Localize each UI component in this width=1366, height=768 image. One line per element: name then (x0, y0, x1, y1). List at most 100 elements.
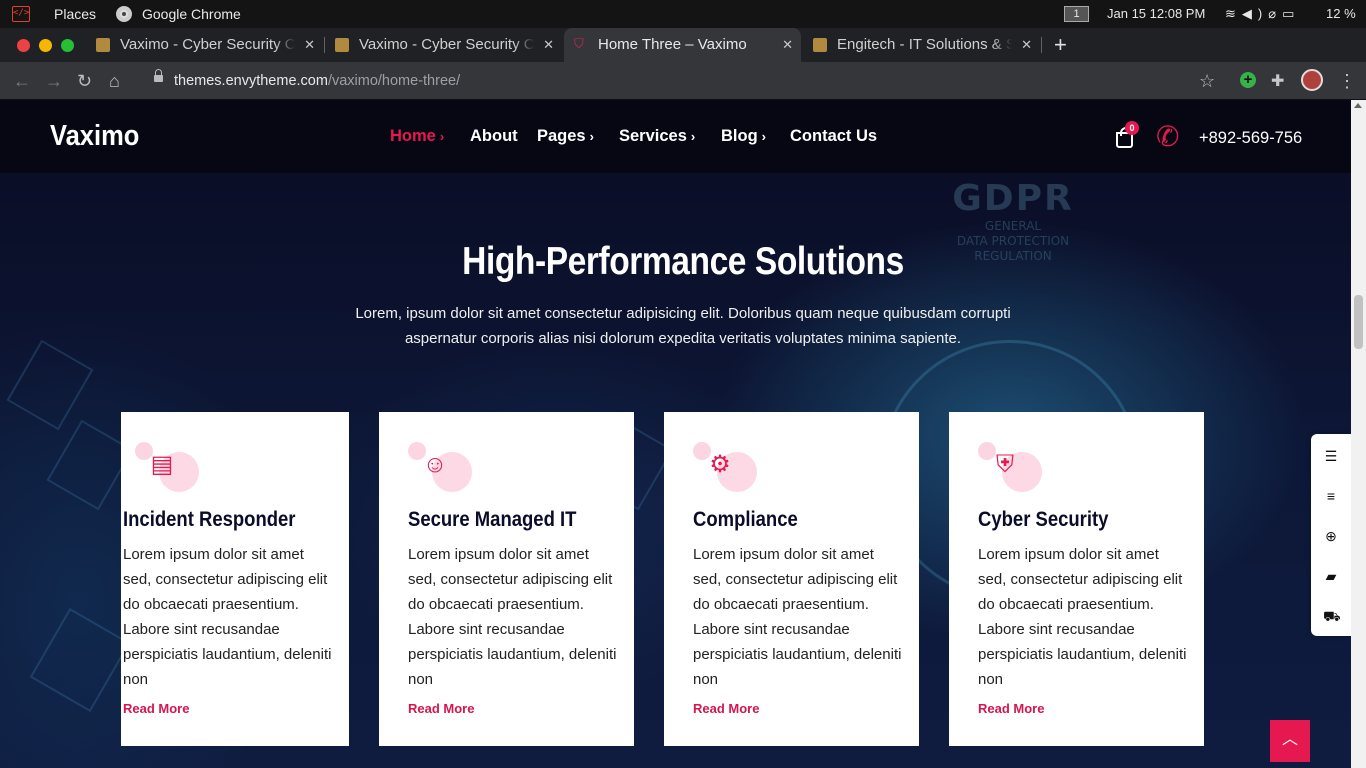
url-path: /vaximo/home-three/ (327, 73, 461, 89)
service-card-secure-managed-it[interactable]: ☺ Secure Managed IT Lorem ipsum dolor si… (379, 412, 634, 746)
tab-engitech[interactable]: Engitech - IT Solutions & S ✕ (803, 28, 1040, 62)
active-app-name[interactable]: Google Chrome (142, 0, 241, 28)
scroll-to-top-button[interactable]: ︿ (1270, 720, 1310, 762)
bookmark-star-icon[interactable]: ☆ (1199, 62, 1215, 100)
new-tab-button[interactable]: + (1054, 28, 1067, 62)
section-title: High-Performance Solutions (462, 240, 904, 283)
envytheme-favicon-icon (96, 38, 110, 52)
tab-vaximo-2[interactable]: Vaximo - Cyber Security C ✕ (325, 28, 562, 62)
tab-title: Engitech - IT Solutions & S (837, 28, 1012, 62)
read-more-link[interactable]: Read More (978, 701, 1044, 716)
url-domain: themes.envytheme.com (174, 73, 328, 89)
workspace-indicator[interactable]: 1 (1064, 6, 1089, 22)
gdpr-text: GDPR (952, 178, 1074, 219)
card-text: Lorem ipsum dolor sit amet sed, consecte… (978, 546, 1187, 688)
tab-vaximo-1[interactable]: Vaximo - Cyber Security C ✕ (86, 28, 323, 62)
envytheme-favicon-icon (335, 38, 349, 52)
profile-avatar[interactable] (1301, 69, 1323, 91)
book-icon[interactable]: ▰ (1323, 568, 1339, 584)
card-title[interactable]: Cyber Security (978, 508, 1108, 532)
phone-call-icon: ✆ (1156, 121, 1180, 152)
align-right-icon[interactable]: ≡ (1323, 488, 1339, 504)
back-arrow-icon[interactable]: ← (13, 62, 31, 100)
site-logo[interactable]: Vaximo (50, 100, 139, 172)
card-icon-wrapper: ▤ (135, 442, 199, 498)
tab-close-icon[interactable]: ✕ (782, 28, 793, 62)
report-icon: ▤ (150, 451, 174, 478)
nav-label: Pages (537, 127, 586, 145)
shield-favicon-icon: ⛉ (574, 36, 584, 51)
card-icon-wrapper: ⛨ (978, 442, 1042, 498)
tab-close-icon[interactable]: ✕ (543, 28, 554, 62)
nav-services[interactable]: Services › (619, 100, 695, 173)
microphone-icon: ⌀ (1268, 6, 1283, 21)
hexagon-decoration (29, 607, 131, 713)
battery-percent: 12 % (1326, 6, 1356, 21)
tab-home-three[interactable]: ⛉ Home Three – Vaximo ✕ (564, 28, 801, 62)
tab-close-icon[interactable]: ✕ (1021, 28, 1032, 62)
nav-contact-us[interactable]: Contact Us (790, 100, 877, 173)
lock-icon[interactable] (154, 69, 163, 85)
service-card-compliance[interactable]: ⚙ Compliance Lorem ipsum dolor sit amet … (664, 412, 919, 746)
card-title[interactable]: Secure Managed IT (408, 508, 576, 532)
card-icon-wrapper: ⚙ (693, 442, 757, 498)
home-icon[interactable]: ⌂ (109, 62, 120, 100)
tab-title: Vaximo - Cyber Security C (120, 28, 295, 62)
scroll-up-arrow-icon[interactable] (1354, 103, 1362, 108)
extension-plus-icon[interactable]: + (1240, 72, 1256, 88)
nav-pages[interactable]: Pages › (537, 100, 594, 173)
nav-home[interactable]: Home › (390, 100, 444, 173)
lifebuoy-icon[interactable]: ⊕ (1323, 528, 1339, 544)
card-text: Lorem ipsum dolor sit amet sed, consecte… (693, 546, 902, 688)
chrome-icon (116, 6, 132, 22)
card-icon-wrapper: ☺ (408, 442, 472, 498)
read-more-link[interactable]: Read More (123, 701, 189, 716)
extensions-puzzle-icon[interactable]: ✚ (1271, 71, 1284, 91)
card-title[interactable]: Compliance (693, 508, 798, 532)
tab-strip: Vaximo - Cyber Security C ✕ Vaximo - Cyb… (0, 28, 1366, 62)
tab-title: Vaximo - Cyber Security C (359, 28, 534, 62)
system-status-icons[interactable]: ≋◀)⌀▭ (1225, 0, 1300, 28)
nav-blog[interactable]: Blog › (721, 100, 766, 173)
chevron-up-icon: ︿ (1281, 731, 1298, 748)
nav-about[interactable]: About (470, 100, 518, 173)
site-header: Vaximo Home › About Pages › Services › Blog… (0, 100, 1366, 173)
chrome-menu-icon[interactable]: ⋮ (1338, 62, 1356, 100)
nav-label: Home (390, 127, 436, 145)
clock[interactable]: Jan 15 12:08 PM (1107, 0, 1205, 28)
shield-virus-icon: ⛨ (996, 451, 1014, 478)
read-more-link[interactable]: Read More (408, 701, 474, 716)
section-description: Lorem, ipsum dolor sit amet consectetur … (355, 305, 1011, 347)
gear-icon: ⚙ (709, 451, 731, 478)
read-more-link[interactable]: Read More (693, 701, 759, 716)
card-title[interactable]: Incident Responder (123, 508, 296, 532)
envytheme-favicon-icon (813, 38, 827, 52)
service-card-cyber-security[interactable]: ⛨ Cyber Security Lorem ipsum dolor sit a… (949, 412, 1204, 746)
support-agent-icon: ☺ (422, 451, 448, 478)
address-bar[interactable]: themes.envytheme.com/vaximo/home-three/ (144, 66, 1232, 96)
chevron-right-icon: › (690, 129, 696, 144)
window-minimize-button[interactable] (39, 39, 52, 52)
phone-number[interactable]: +892-569-756 (1199, 100, 1302, 176)
browser-toolbar: ← → ↻ ⌂ themes.envytheme.com/vaximo/home… (0, 62, 1366, 100)
app-code-icon[interactable]: </> (12, 6, 30, 22)
wifi-icon: ≋ (1225, 6, 1242, 21)
system-top-bar: </> Places Google Chrome 1 Jan 15 12:08 … (0, 0, 1366, 28)
align-left-icon[interactable]: ☰ (1323, 448, 1339, 464)
scrollbar-thumb[interactable] (1354, 295, 1363, 349)
cart-icon[interactable]: ⛟ (1323, 608, 1341, 624)
battery-icon: ▭ (1282, 6, 1301, 21)
window-maximize-button[interactable] (61, 39, 74, 52)
nav-label: About (470, 127, 518, 145)
window-close-button[interactable] (17, 39, 30, 52)
places-menu[interactable]: Places (54, 0, 96, 28)
tab-divider (1041, 37, 1042, 53)
tab-close-icon[interactable]: ✕ (304, 28, 315, 62)
service-card-incident-responder[interactable]: ▤ Incident Responder Lorem ipsum dolor s… (121, 412, 349, 746)
chevron-right-icon: › (589, 129, 594, 144)
forward-arrow-icon[interactable]: → (45, 62, 63, 100)
page-scrollbar[interactable] (1351, 100, 1366, 768)
url-text[interactable]: themes.envytheme.com/vaximo/home-three/ (174, 66, 460, 96)
reload-icon[interactable]: ↻ (77, 62, 92, 100)
card-text: Lorem ipsum dolor sit amet sed, consecte… (408, 546, 617, 688)
